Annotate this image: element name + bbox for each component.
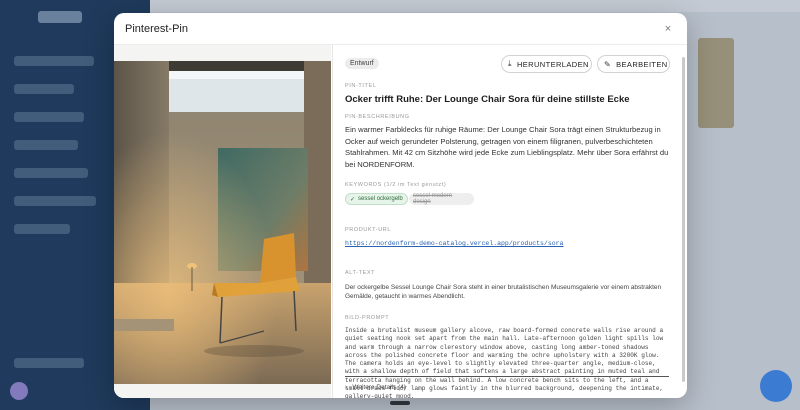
background-nav-item (14, 140, 78, 150)
more-details-label: Weitere Details (4) (352, 384, 407, 391)
check-icon: ✓ (350, 196, 356, 203)
background-nav-item (14, 196, 96, 206)
download-icon: ⤓ (508, 59, 512, 68)
keyword-tag-unused[interactable]: sessel modern design (409, 193, 474, 205)
pin-title: Ocker trifft Ruhe: Der Lounge Chair Sora… (345, 94, 630, 105)
download-button-label: HERUNTERLADEN (516, 59, 589, 69)
status-badge: Entwurf (345, 58, 379, 69)
close-icon: × (664, 22, 672, 35)
download-button[interactable]: ⤓ HERUNTERLADEN (501, 55, 592, 73)
background-topbar (150, 0, 800, 12)
pin-title-label: PIN-TITEL (345, 83, 377, 89)
edit-button[interactable]: ✎ BEARBEITEN (597, 55, 670, 73)
close-button[interactable]: × (661, 22, 675, 36)
details-pane: Entwurf ⤓ HERUNTERLADEN ✎ BEARBEITEN PIN… (332, 45, 687, 398)
modal-header: Pinterest-Pin × (114, 13, 687, 45)
alt-text-label: ALT-TEXT (345, 270, 376, 276)
product-url-label: PRODUKT-URL (345, 227, 392, 233)
pin-description-label: PIN-BESCHREIBUNG (345, 114, 410, 120)
keywords-label: KEYWORDS (1/2 im Text genutzt) (345, 182, 447, 188)
keyword-tag-label: sessel ockergelb (358, 196, 403, 202)
background-fab-button (760, 370, 792, 402)
background-nav-item (14, 56, 94, 66)
chevron-right-icon: › (345, 384, 348, 391)
edit-button-label: BEARBEITEN (616, 59, 668, 69)
background-pagination (390, 401, 410, 405)
details-scroll[interactable]: Entwurf ⤓ HERUNTERLADEN ✎ BEARBEITEN PIN… (345, 45, 670, 398)
image-prompt-label: BILD-PROMPT (345, 315, 390, 321)
product-url-link[interactable]: https://nordenform-demo-catalog.vercel.a… (345, 240, 563, 247)
alt-text: Der ockergelbe Sessel Lounge Chair Sora … (345, 284, 662, 300)
scrollbar[interactable] (682, 57, 685, 382)
background-nav-item (14, 224, 70, 234)
pin-image-illustration (114, 61, 331, 384)
background-nav-item (14, 112, 84, 122)
pin-image (114, 61, 331, 384)
background-logo (38, 11, 82, 23)
background-nav-item (14, 168, 88, 178)
modal-body: Entwurf ⤓ HERUNTERLADEN ✎ BEARBEITEN PIN… (114, 45, 687, 398)
pencil-icon: ✎ (604, 59, 612, 69)
modal-title: Pinterest-Pin (125, 22, 188, 35)
details-toolbar: Entwurf ⤓ HERUNTERLADEN ✎ BEARBEITEN (345, 55, 670, 75)
background-avatar (10, 382, 28, 400)
image-pane (114, 45, 331, 398)
background-nav-item (14, 358, 84, 368)
keyword-tag-label: sessel modern design (413, 193, 453, 205)
background-nav-item (14, 84, 74, 94)
keyword-tag-used[interactable]: ✓ sessel ockergelb (345, 193, 408, 205)
more-details-toggle[interactable]: › Weitere Details (4) (345, 376, 669, 398)
background-card (698, 38, 734, 128)
pin-description: Ein warmer Farbklecks für ruhige Räume: … (345, 125, 669, 169)
pin-modal: Pinterest-Pin × Entwurf ⤓ HERUNTERLADEN … (114, 13, 687, 398)
